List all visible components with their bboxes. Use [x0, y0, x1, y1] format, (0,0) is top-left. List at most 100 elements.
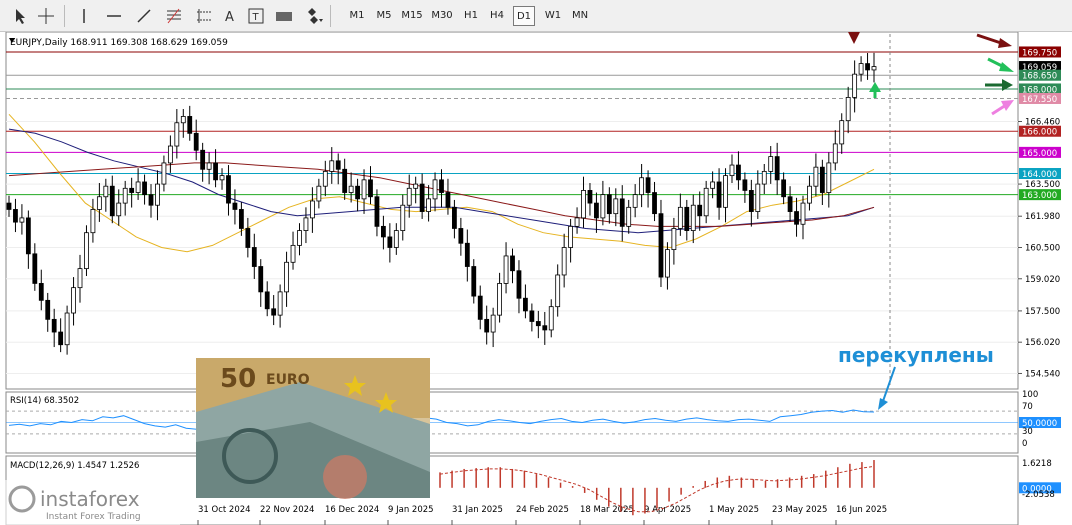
chart-area[interactable]: 166.460163.500161.980160.500159.020157.5…: [0, 32, 1072, 525]
rectangle-icon[interactable]: [274, 6, 294, 26]
candle-body: [452, 206, 457, 229]
cursor-icon[interactable]: [10, 6, 30, 26]
x-tick-label: 23 May 2025: [772, 505, 827, 515]
toolbar-separator: [64, 5, 65, 27]
timeframe-m1[interactable]: M1: [344, 6, 370, 26]
shapes-icon[interactable]: [304, 6, 324, 26]
x-tick-label: 9 Jan 2025: [388, 505, 434, 515]
candle-body: [471, 266, 477, 297]
candle-body: [490, 314, 496, 333]
candle-body: [226, 175, 231, 204]
candle-body: [71, 287, 76, 314]
candle-body: [736, 164, 741, 181]
price-badge-label: 164.000: [1022, 170, 1057, 180]
candle-body: [432, 179, 438, 200]
candle-body: [187, 116, 193, 134]
timeframe-h1[interactable]: H1: [459, 6, 483, 26]
x-tick-label: 31 Jan 2025: [452, 505, 503, 515]
text-icon[interactable]: A: [220, 6, 240, 26]
candle-body: [122, 187, 128, 204]
candle-body: [374, 196, 380, 227]
candle-body: [329, 160, 335, 172]
chart-toolbar: A T M1 M5 M15 M30 H1 H4 D1 W1 MN: [0, 0, 1072, 32]
candle-body: [238, 209, 244, 229]
candle-body: [290, 244, 296, 263]
candle-body: [613, 198, 619, 215]
price-badge: 167.550: [1019, 92, 1061, 105]
timeframe-mn[interactable]: MN: [569, 6, 591, 26]
candle-body: [322, 170, 328, 187]
candle-body: [794, 211, 799, 225]
candle-body: [761, 170, 767, 185]
candle-body: [652, 192, 657, 215]
candle-body: [548, 306, 554, 331]
fibonacci-icon[interactable]: [164, 6, 184, 26]
candle-body: [77, 268, 83, 289]
macd-tick-label: -2.0538: [1022, 490, 1055, 500]
candle-body: [587, 190, 593, 204]
price-badge: 164.000: [1019, 168, 1061, 180]
overbought-annotation: перекуплены: [838, 343, 994, 367]
candle-body: [639, 177, 645, 196]
y-tick-label: 161.980: [1025, 212, 1060, 222]
red-stamp-icon: [323, 455, 367, 499]
candle-body: [413, 183, 419, 189]
horizontal-line-icon[interactable]: [104, 6, 124, 26]
candle-body: [309, 200, 315, 219]
candle-body: [84, 232, 89, 270]
candle-body: [193, 132, 199, 151]
candle-body: [51, 318, 57, 333]
price-badge: 163.000: [1019, 189, 1061, 201]
candle-body: [832, 143, 838, 164]
candle-body: [348, 185, 354, 193]
timeframe-h4[interactable]: H4: [485, 6, 509, 26]
candle-body: [400, 204, 406, 231]
candle-body: [839, 120, 845, 145]
vertical-line-icon[interactable]: [74, 6, 94, 26]
candle-body: [865, 63, 870, 71]
rsi-tick-label: 100: [1022, 390, 1038, 400]
candle-body: [871, 66, 877, 71]
candle-body: [393, 230, 399, 248]
candle-body: [258, 266, 264, 293]
candle-body: [213, 162, 218, 181]
candle-body: [807, 185, 812, 204]
candle-body: [594, 202, 599, 219]
candle-body: [710, 181, 716, 189]
timeframe-m30[interactable]: M30: [428, 6, 456, 26]
rsi-tick-label: 0: [1022, 439, 1027, 449]
y-tick-label: 163.500: [1025, 180, 1060, 190]
timeframe-w1[interactable]: W1: [541, 6, 565, 26]
timeframe-d1[interactable]: D1: [513, 6, 535, 26]
candle-body: [38, 283, 44, 301]
candle-body: [135, 181, 141, 193]
candle-body: [381, 225, 386, 238]
y-tick-label: 159.020: [1025, 275, 1060, 285]
timeframe-m5[interactable]: M5: [372, 6, 396, 26]
logo-text: instaforex: [40, 487, 140, 511]
macd-tick-label: 1.6218: [1022, 459, 1052, 469]
candle-body: [251, 247, 257, 267]
candle-body: [619, 198, 625, 227]
logo-tagline: Instant Forex Trading: [46, 512, 141, 522]
x-tick-label: 16 Dec 2024: [325, 505, 379, 515]
timeframe-m15[interactable]: M15: [398, 6, 426, 26]
y-tick-label: 160.500: [1025, 243, 1060, 253]
candle-body: [665, 249, 670, 278]
candle-body: [406, 187, 412, 206]
candle-body: [161, 162, 167, 185]
label-icon[interactable]: T: [246, 6, 266, 26]
candle-body: [142, 181, 147, 196]
crosshair-icon[interactable]: [36, 6, 56, 26]
candle-body: [245, 228, 251, 248]
candle-body: [748, 190, 754, 212]
candle-body: [684, 206, 690, 231]
trendline-icon[interactable]: [134, 6, 154, 26]
channel-icon[interactable]: [194, 6, 214, 26]
candle-body: [729, 164, 735, 177]
price-badge-label: 167.550: [1022, 95, 1057, 105]
candle-body: [200, 149, 206, 170]
y-tick-label: 154.540: [1025, 369, 1060, 379]
price-badge-label: 166.000: [1022, 128, 1057, 138]
candle-body: [555, 274, 561, 308]
